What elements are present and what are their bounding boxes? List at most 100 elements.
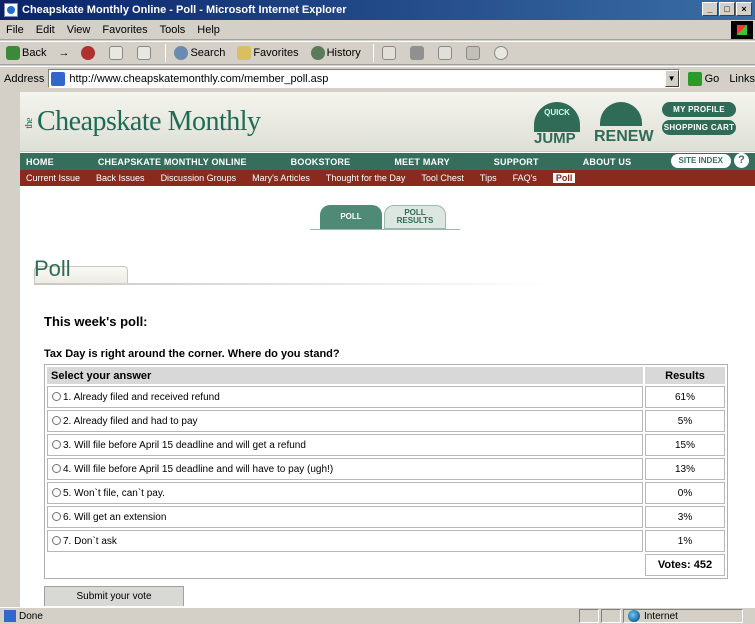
edit-icon (437, 46, 452, 60)
quick-jump-button[interactable]: QUICK JUMP (534, 102, 582, 147)
window-titlebar: Cheapskate Monthly Online - Poll - Micro… (0, 0, 755, 20)
status-bar: Done Internet (0, 607, 755, 624)
subnav-marys-articles[interactable]: Mary's Articles (252, 173, 310, 183)
mail-icon (381, 46, 396, 60)
favorites-icon (237, 46, 252, 60)
print-button[interactable] (408, 43, 428, 63)
refresh-icon (109, 46, 124, 60)
refresh-button[interactable] (107, 43, 127, 63)
print-icon (409, 46, 424, 60)
messenger-icon (493, 46, 508, 60)
back-button[interactable]: Back (4, 43, 48, 63)
tab-poll[interactable]: POLL (320, 205, 382, 229)
address-input[interactable]: http://www.cheapskatemonthly.com/member_… (48, 69, 680, 88)
subnav-faqs[interactable]: FAQ's (513, 173, 537, 183)
subnav-thought-for-the-day[interactable]: Thought for the Day (326, 173, 406, 183)
result-cell: 15% (645, 434, 725, 456)
radio-option-1[interactable] (52, 391, 61, 401)
mail-button[interactable] (380, 43, 400, 63)
shopping-cart-button[interactable]: SHOPPING CART (662, 120, 736, 135)
tab-poll-results[interactable]: POLL RESULTS (384, 205, 446, 229)
nav-support[interactable]: SUPPORT (494, 157, 539, 167)
menu-tools[interactable]: Tools (160, 24, 186, 36)
subnav-current-issue[interactable]: Current Issue (26, 173, 80, 183)
my-profile-button[interactable]: MY PROFILE (662, 102, 736, 117)
result-cell: 13% (645, 458, 725, 480)
menu-help[interactable]: Help (197, 24, 220, 36)
subnav-poll[interactable]: Poll (552, 173, 576, 183)
logo-the: the (24, 118, 35, 129)
menu-view[interactable]: View (67, 24, 91, 36)
minimize-button[interactable]: _ (702, 2, 718, 16)
search-label: Search (190, 47, 226, 59)
col-results-header: Results (645, 367, 725, 384)
home-button[interactable] (135, 43, 155, 63)
forward-button[interactable]: → (56, 43, 71, 63)
address-label: Address (4, 72, 45, 85)
quick-jump-top: QUICK (534, 102, 580, 132)
nav-bookstore[interactable]: BOOKSTORE (291, 157, 351, 167)
home-icon (137, 46, 152, 60)
table-row: 3. Will file before April 15 deadline an… (47, 434, 725, 456)
subnav-discussion-groups[interactable]: Discussion Groups (161, 173, 237, 183)
links-button[interactable]: Links (729, 73, 755, 85)
poll-table: Select your answer Results 1. Already fi… (44, 364, 728, 579)
edit-button[interactable] (436, 43, 456, 63)
site-logo[interactable]: theCheapskate Monthly (24, 106, 261, 138)
history-button[interactable]: History (309, 43, 363, 63)
search-button[interactable]: Search (172, 43, 227, 63)
renew-button[interactable]: RENEW (594, 102, 664, 146)
section-divider (34, 283, 554, 285)
submit-vote-button[interactable]: Submit your vote (44, 586, 184, 606)
nav-meet-mary[interactable]: MEET MARY (394, 157, 449, 167)
help-icon[interactable]: ? (734, 153, 749, 168)
back-arrow-icon (6, 46, 20, 60)
site-index-button[interactable]: SITE INDEX (670, 154, 731, 168)
browser-toolbar: Back → Search Favorites History (0, 41, 755, 65)
poll-tabs: POLL POLL RESULTS (320, 205, 448, 229)
stop-button[interactable] (79, 43, 99, 63)
menu-edit[interactable]: Edit (36, 24, 55, 36)
favorites-label: Favorites (253, 47, 299, 59)
table-row: 1. Already filed and received refund 61% (47, 386, 725, 408)
answer-label: 3. Will file before April 15 deadline an… (63, 439, 306, 451)
menu-file[interactable]: File (6, 24, 24, 36)
answer-cell: 7. Don`t ask (47, 530, 643, 552)
answer-label: 1. Already filed and received refund (63, 391, 220, 403)
messenger-button[interactable] (492, 43, 512, 63)
quick-jump-label: JUMP (534, 130, 576, 147)
menu-bar: File Edit View Favorites Tools Help (0, 20, 755, 40)
votes-spacer (47, 554, 643, 576)
table-row: 5. Won`t file, can`t pay. 0% (47, 482, 725, 504)
address-dropdown-icon[interactable]: ▼ (664, 70, 679, 87)
window-controls: _ □ × (702, 2, 752, 16)
toolbar-separator (165, 44, 167, 62)
favorites-button[interactable]: Favorites (235, 43, 300, 63)
ie-icon (4, 3, 18, 17)
radio-option-7[interactable] (52, 535, 61, 545)
maximize-button[interactable]: □ (719, 2, 735, 16)
result-cell: 3% (645, 506, 725, 528)
go-button[interactable]: Go (687, 71, 719, 86)
address-bar: Address http://www.cheapskatemonthly.com… (0, 66, 755, 90)
radio-option-3[interactable] (52, 439, 61, 449)
subnav-tips[interactable]: Tips (480, 173, 497, 183)
renew-arc-icon (600, 102, 642, 126)
menu-favorites[interactable]: Favorites (102, 24, 147, 36)
nav-about-us[interactable]: ABOUT US (583, 157, 632, 167)
subnav-tool-chest[interactable]: Tool Chest (421, 173, 464, 183)
result-cell: 5% (645, 410, 725, 432)
nav-cheapskate-monthly-online[interactable]: CHEAPSKATE MONTHLY ONLINE (98, 157, 247, 167)
close-button[interactable]: × (736, 2, 752, 16)
nav-home[interactable]: HOME (26, 157, 54, 167)
radio-option-5[interactable] (52, 487, 61, 497)
zone-label: Internet (644, 610, 678, 622)
page-done-icon (4, 610, 16, 622)
radio-option-6[interactable] (52, 511, 61, 521)
radio-option-4[interactable] (52, 463, 61, 473)
status-pane (579, 609, 599, 623)
answer-label: 4. Will file before April 15 deadline an… (63, 463, 334, 475)
radio-option-2[interactable] (52, 415, 61, 425)
subnav-back-issues[interactable]: Back Issues (96, 173, 145, 183)
discuss-button[interactable] (464, 43, 484, 63)
